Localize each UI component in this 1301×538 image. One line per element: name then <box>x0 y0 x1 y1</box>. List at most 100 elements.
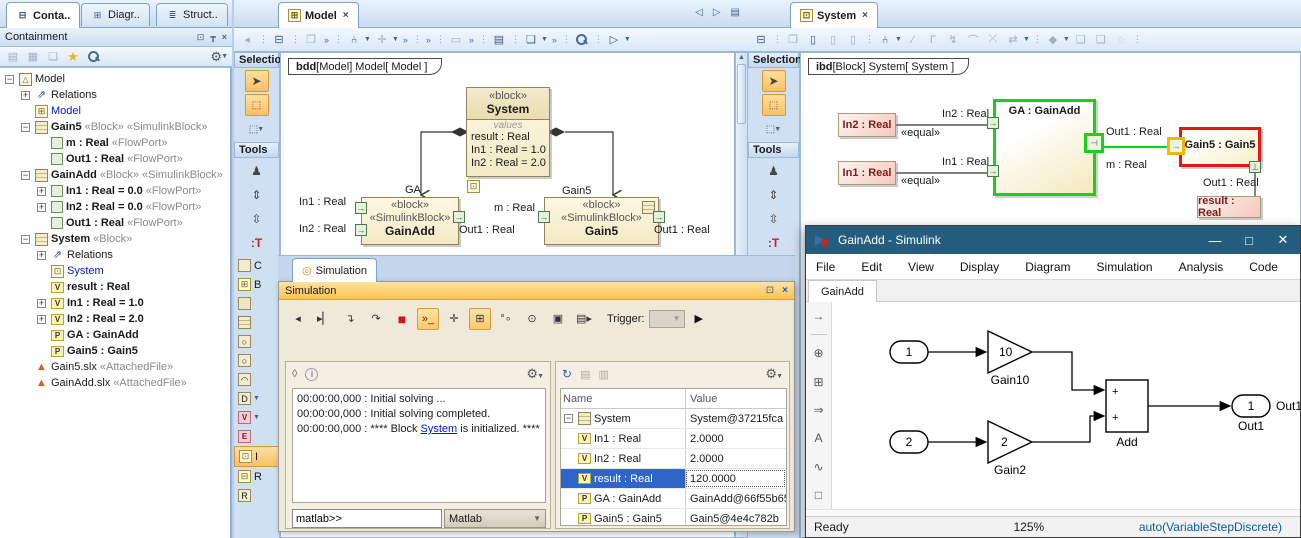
tree-item[interactable]: +In2 : Real = 0.0«FlowPort» <box>0 199 230 215</box>
marquee-tool-button[interactable]: ⬚ <box>245 94 269 116</box>
menu-display[interactable]: Display <box>960 260 999 274</box>
left-tab-conta[interactable]: ⊟Conta.. <box>6 2 80 28</box>
dropdown-arrow-icon[interactable]: ▼ <box>1063 36 1070 43</box>
toolbar-overflow-icon[interactable]: » <box>426 35 431 45</box>
ibd-part-in2[interactable]: In2 : Real <box>838 113 896 137</box>
menu-analysis[interactable]: Analysis <box>1179 260 1224 274</box>
favorites-star-icon[interactable]: ★ <box>64 48 82 66</box>
add-icon[interactable]: ▭ <box>447 31 465 49</box>
settings-gear-dropdown-icon[interactable]: ▼ <box>537 373 544 380</box>
expand-toggle[interactable]: + <box>37 299 46 308</box>
vertical-merge-tool-icon[interactable]: ⇳ <box>245 208 269 230</box>
tree-item[interactable]: +VIn1 : Real = 1.0 <box>0 295 230 311</box>
import-icon[interactable]: ▤ <box>580 368 590 381</box>
curve-icon[interactable]: ⌒ <box>964 31 982 49</box>
hier-icon[interactable]: ⑃ <box>345 31 363 49</box>
tree-item[interactable]: PGain5 : Gain5 <box>0 343 230 359</box>
gain5-port-m[interactable]: → <box>1167 137 1185 155</box>
dropdown-arrow-icon[interactable]: ▼ <box>1023 36 1030 43</box>
layers-icon[interactable]: ❏ <box>1072 31 1090 49</box>
simulink-hscrollbar[interactable] <box>806 509 1300 516</box>
tree-item[interactable]: ⊡System <box>0 263 230 279</box>
paste-icon[interactable]: ▯ <box>804 31 822 49</box>
console-engine-select[interactable]: Matlab ▼ <box>444 509 546 528</box>
text-tool-icon[interactable]: :T <box>245 232 269 254</box>
grid-tool-button[interactable]: ⬚▼ <box>245 118 269 140</box>
fit-view-icon[interactable]: ⊞ <box>807 371 831 393</box>
variables-value-cell[interactable]: 2.0000 <box>685 429 786 448</box>
tab-system[interactable]: ⊡ System × <box>790 2 878 28</box>
collapse-toggle[interactable]: − <box>5 75 14 84</box>
trash-icon[interactable]: ▯ <box>844 31 862 49</box>
expand-toggle[interactable]: + <box>37 315 46 324</box>
menu-simulation[interactable]: Simulation <box>1097 260 1153 274</box>
palette-item[interactable]: C <box>234 256 279 275</box>
cursor-tool-button[interactable]: ➤ <box>762 70 786 92</box>
stepplay-icon[interactable]: ▸▏ <box>313 308 335 330</box>
simulink-canvas[interactable]: 1 10 Gain10 2 2 Gain2 <box>832 302 1300 509</box>
tree-item[interactable]: −Gain5«Block» «SimulinkBlock» <box>0 119 230 135</box>
palette-item[interactable] <box>234 313 279 332</box>
tree-item[interactable]: +⇗Relations <box>0 247 230 263</box>
expand-toggle[interactable]: + <box>37 251 46 260</box>
variables-value-cell[interactable]: 120.0000 <box>685 469 786 488</box>
expand-toggle[interactable]: + <box>21 91 30 100</box>
scope-icon[interactable]: ∿ <box>807 455 831 477</box>
dropdown-arrow-icon[interactable]: ▼ <box>895 36 902 43</box>
float-panel-icon[interactable]: ⊡ <box>197 32 205 43</box>
expand-toggle[interactable]: + <box>37 187 46 196</box>
eraser-icon[interactable]: ◊ <box>292 368 297 380</box>
column-header-name[interactable]: Name <box>561 389 685 408</box>
palette-item[interactable]: E <box>234 427 279 446</box>
tab-simulation[interactable]: ◎ Simulation <box>292 258 377 282</box>
bdd-gainadd-block[interactable]: «block» «SimulinkBlock» GainAdd <box>361 197 459 245</box>
variables-value-cell[interactable]: 2.0000 <box>685 449 786 468</box>
target-icon[interactable]: ✛ <box>373 31 391 49</box>
palette-item[interactable]: D▼ <box>234 389 279 408</box>
variables-row[interactable]: PGain5 : Gain5Gain5@4e4c782b <box>561 509 786 526</box>
ga-port-in1[interactable]: → <box>987 165 999 177</box>
variables-name-cell[interactable]: VIn1 : Real <box>561 429 685 448</box>
close-icon[interactable]: × <box>782 285 788 296</box>
vertical-merge-tool-icon[interactable]: ⇳ <box>762 208 786 230</box>
toolbar-overflow-icon[interactable]: » <box>403 35 408 45</box>
gain5-port-out1[interactable]: ⊥ <box>1249 161 1261 173</box>
inport2-label[interactable]: 2 <box>906 435 913 449</box>
copy-icon[interactable]: ❐ <box>784 31 802 49</box>
doccheck-icon[interactable]: ▤ <box>490 31 508 49</box>
ibd-part-result[interactable]: result : Real <box>1197 196 1261 218</box>
target-icon[interactable]: ✛ <box>443 308 465 330</box>
tree-item[interactable]: ▲Gain5.slx«AttachedFile» <box>0 359 230 375</box>
vertical-split-tool-icon[interactable]: ⇕ <box>245 184 269 206</box>
refresh-icon[interactable]: ↻ <box>562 367 572 381</box>
menu-diagram[interactable]: Diagram <box>1025 260 1070 274</box>
variables-value-cell[interactable]: GainAdd@66f55b65 <box>685 489 786 508</box>
collapse-toggle[interactable]: − <box>564 414 573 423</box>
variables-name-cell[interactable]: −System <box>561 409 685 428</box>
vertical-split-tool-icon[interactable]: ⇕ <box>762 184 786 206</box>
palette-item[interactable]: ⊡I <box>234 446 279 467</box>
settings-gear-dropdown-icon[interactable]: ▼ <box>776 373 783 380</box>
toolbar-overflow-icon[interactable]: » <box>469 35 474 45</box>
pin-panel-icon[interactable]: ┳ <box>210 32 215 43</box>
float-window-icon[interactable]: ⊡ <box>766 285 774 296</box>
search-icon[interactable] <box>573 31 591 49</box>
ibd-part-in1[interactable]: In1 : Real <box>838 161 896 185</box>
dropdown-arrow-icon[interactable]: ▼ <box>253 414 260 421</box>
tree-item[interactable]: ▲GainAdd.slx«AttachedFile» <box>0 375 230 391</box>
outport-label[interactable]: 1 <box>1248 399 1255 413</box>
variables-name-cell[interactable]: PGA : GainAdd <box>561 489 685 508</box>
tree-item[interactable]: −GainAdd«Block» «SimulinkBlock» <box>0 167 230 183</box>
gain10-value[interactable]: 10 <box>999 345 1013 359</box>
close-icon[interactable]: ✕ <box>1266 232 1300 248</box>
palette-item[interactable]: R <box>234 486 279 505</box>
hide-browser-icon[interactable]: → <box>807 305 831 327</box>
menu-view[interactable]: View <box>908 260 934 274</box>
menu-edit[interactable]: Edit <box>861 260 882 274</box>
variables-value-cell[interactable]: System@37215fca <box>685 409 786 428</box>
left-tab-struct[interactable]: ≣Struct.. <box>156 3 228 26</box>
close-panel-icon[interactable]: × <box>222 32 227 43</box>
signal-route-icon[interactable]: ⇒ <box>807 399 831 421</box>
console-link[interactable]: System <box>421 423 458 435</box>
variables-name-cell[interactable]: Vresult : Real <box>561 469 685 488</box>
